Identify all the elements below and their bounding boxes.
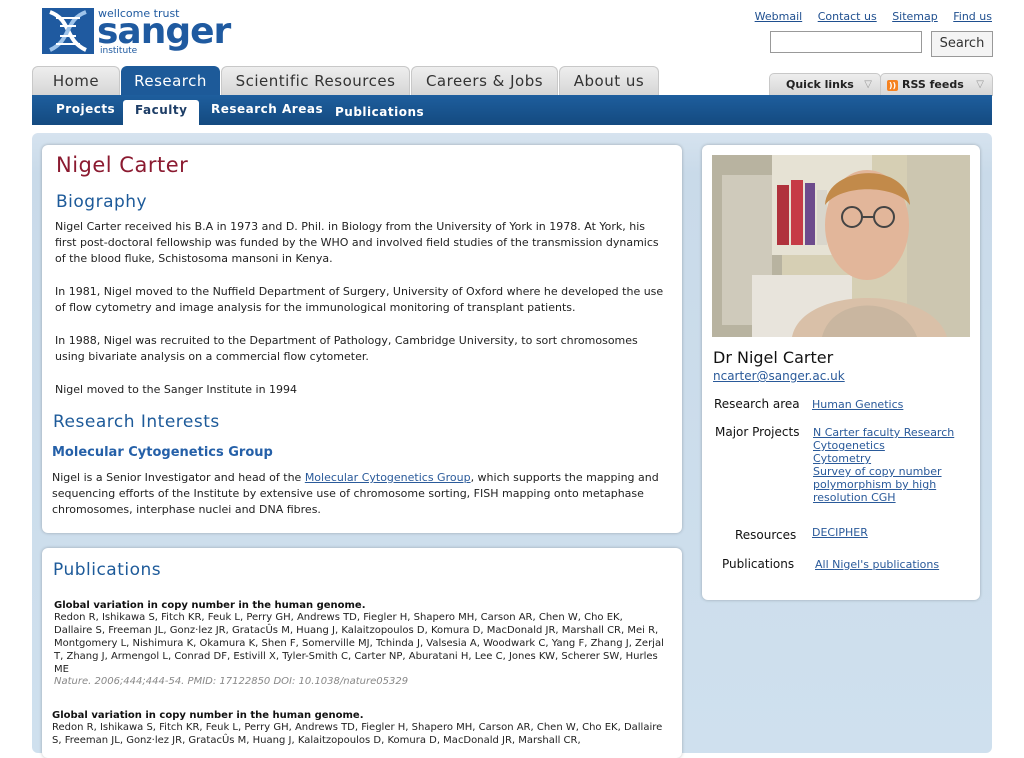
- webmail-link[interactable]: Webmail: [755, 10, 803, 23]
- group-heading: Molecular Cytogenetics Group: [52, 445, 273, 460]
- profile-photo: [712, 155, 970, 337]
- resources-label: Resources: [735, 528, 797, 542]
- sidebar-name: Dr Nigel Carter: [713, 348, 834, 367]
- publications-label: Publications: [722, 557, 795, 571]
- biography-panel: Nigel Carter Biography Nigel Carter rece…: [42, 145, 682, 533]
- rss-feeds-label: RSS feeds: [902, 78, 964, 91]
- bio-paragraph: Nigel moved to the Sanger Institute in 1…: [55, 383, 298, 396]
- sub-nav: Projects Faculty Research Areas Publicat…: [32, 95, 992, 125]
- research-text: Nigel is a Senior Investigator and head …: [52, 471, 305, 484]
- project-link[interactable]: Cytogenetics: [813, 439, 963, 452]
- tab-about-us[interactable]: About us: [559, 66, 659, 96]
- search-button[interactable]: Search: [931, 31, 993, 57]
- tab-scientific-resources[interactable]: Scientific Resources: [221, 66, 410, 96]
- find-us-link[interactable]: Find us: [953, 10, 992, 23]
- publication-item: Global variation in copy number in the h…: [52, 710, 664, 747]
- research-area-links: Human Genetics: [812, 398, 903, 411]
- chevron-down-icon: ▽: [864, 79, 872, 90]
- logo-institute-text: institute: [100, 46, 138, 56]
- tab-careers-jobs[interactable]: Careers & Jobs: [411, 66, 558, 96]
- research-interests-heading: Research Interests: [53, 412, 220, 432]
- page-title: Nigel Carter: [56, 153, 189, 177]
- email-link[interactable]: ncarter@sanger.ac.uk: [713, 369, 845, 383]
- sanger-logo[interactable]: wellcome trust sanger institute: [42, 7, 231, 56]
- contact-us-link[interactable]: Contact us: [818, 10, 877, 23]
- human-genetics-link[interactable]: Human Genetics: [812, 398, 903, 411]
- resources-links: DECIPHER: [812, 526, 868, 539]
- sitemap-link[interactable]: Sitemap: [892, 10, 938, 23]
- rss-feeds-dropdown[interactable]: )) RSS feeds ▽: [880, 73, 993, 96]
- tab-home[interactable]: Home: [32, 66, 120, 96]
- subnav-research-areas[interactable]: Research Areas: [211, 102, 323, 116]
- subnav-projects[interactable]: Projects: [56, 102, 115, 116]
- publications-panel: Publications Global variation in copy nu…: [42, 548, 682, 758]
- publications-links: All Nigel's publications: [815, 558, 939, 571]
- subnav-faculty[interactable]: Faculty: [123, 100, 200, 125]
- biography-heading: Biography: [56, 192, 148, 212]
- rss-icon: )): [887, 80, 898, 91]
- publication-authors: Redon R, Ishikawa S, Fitch KR, Feuk L, P…: [54, 612, 664, 675]
- logo-name-text: sanger: [97, 11, 231, 52]
- project-link[interactable]: N Carter faculty Research: [813, 426, 963, 439]
- search-input[interactable]: [770, 31, 922, 53]
- profile-sidebar: Dr Nigel Carter ncarter@sanger.ac.uk Res…: [702, 145, 980, 600]
- major-projects-links: N Carter faculty Research Cytogenetics C…: [813, 426, 963, 504]
- dna-logo-icon: [42, 8, 94, 54]
- molecular-cytogenetics-link[interactable]: Molecular Cytogenetics Group: [305, 471, 471, 484]
- publication-title[interactable]: Global variation in copy number in the h…: [54, 600, 664, 611]
- chevron-down-icon: ▽: [976, 79, 984, 90]
- top-links: Webmail Contact us Sitemap Find us: [743, 10, 992, 23]
- research-paragraph: Nigel is a Senior Investigator and head …: [52, 470, 667, 518]
- major-projects-label: Major Projects: [715, 425, 800, 439]
- quick-links-label: Quick links: [786, 78, 854, 91]
- bio-paragraph: In 1981, Nigel moved to the Nuffield Dep…: [55, 285, 664, 314]
- quick-links-dropdown[interactable]: Quick links ▽: [769, 73, 881, 96]
- project-link[interactable]: Cytometry: [813, 452, 963, 465]
- publication-item: Global variation in copy number in the h…: [54, 600, 664, 687]
- all-publications-link[interactable]: All Nigel's publications: [815, 558, 939, 571]
- bio-paragraph: Nigel Carter received his B.A in 1973 an…: [55, 220, 659, 265]
- tab-research[interactable]: Research: [121, 66, 220, 96]
- publication-authors: Redon R, Ishikawa S, Fitch KR, Feuk L, P…: [52, 722, 663, 746]
- decipher-link[interactable]: DECIPHER: [812, 526, 868, 539]
- publications-heading: Publications: [53, 560, 162, 580]
- project-link[interactable]: Survey of copy number polymorphism by hi…: [813, 465, 963, 504]
- bio-paragraph: In 1988, Nigel was recruited to the Depa…: [55, 334, 638, 363]
- subnav-publications[interactable]: Publications: [335, 105, 424, 119]
- publication-title[interactable]: Global variation in copy number in the h…: [52, 710, 664, 721]
- research-area-label: Research area: [714, 397, 800, 411]
- publication-citation: Nature. 2006;444;444-54. PMID: 17122850 …: [54, 676, 409, 687]
